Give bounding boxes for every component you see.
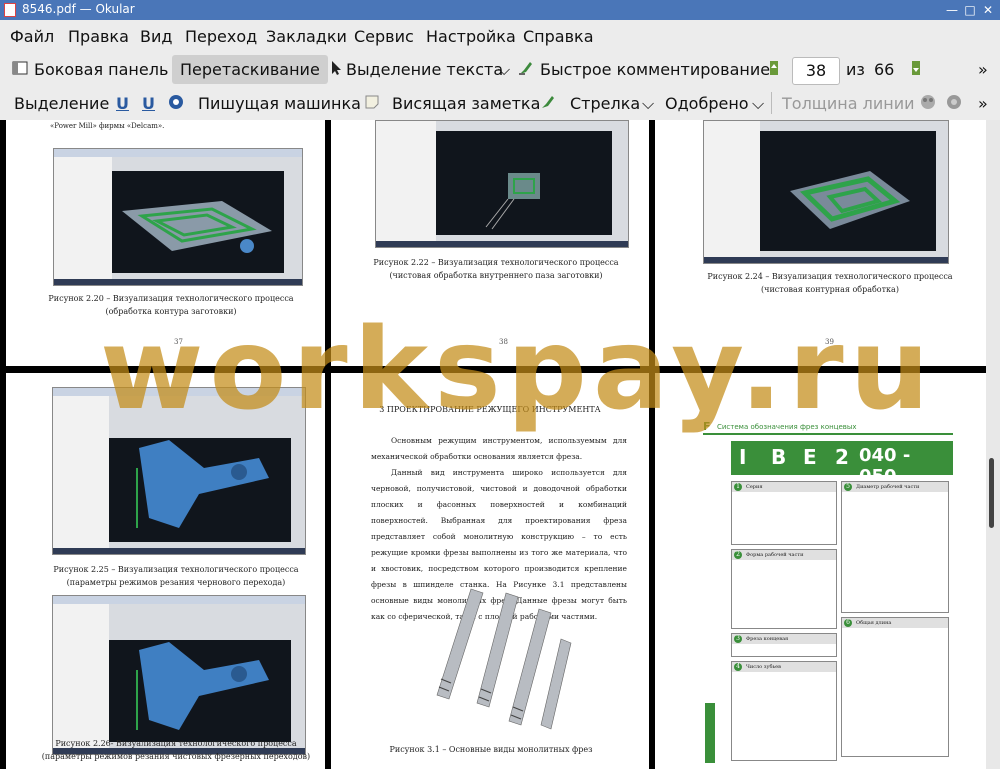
pdf-file-icon <box>4 3 16 17</box>
opacity-icon[interactable] <box>946 94 962 110</box>
toolbar2-overflow-icon[interactable]: » <box>978 94 988 113</box>
stamp-icon[interactable] <box>168 94 184 110</box>
maximize-icon[interactable]: □ <box>962 2 978 18</box>
card-diameter: Диаметр рабочей части 5 <box>841 481 949 613</box>
menu-edit[interactable]: Правка <box>68 27 129 46</box>
page-41: 3 ПРОЕКТИРОВАНИЕ РЕЖУЩЕГО ИНСТРУМЕНТА Ос… <box>331 373 649 769</box>
model-render <box>790 171 910 229</box>
minimize-icon[interactable]: — <box>944 2 960 18</box>
menu-view[interactable]: Вид <box>140 27 172 46</box>
cam-screenshot <box>703 120 949 264</box>
select-annotation-button[interactable]: Выделение <box>14 94 109 113</box>
underline-icon[interactable]: U <box>116 94 129 113</box>
page-38: Рисунок 2.22 – Визуализация технологичес… <box>331 120 649 366</box>
vertical-scrollbar[interactable] <box>986 120 1000 769</box>
scrollbar-thumb[interactable] <box>989 458 994 528</box>
page-number: 38 <box>499 338 508 346</box>
code-series: I <box>739 445 747 469</box>
catalog-letter: F <box>703 420 711 433</box>
previous-page-icon[interactable] <box>766 60 782 76</box>
arrow-dropdown-icon[interactable]: ⌵ <box>642 94 654 114</box>
code-teeth: 2 <box>835 445 849 469</box>
designation-code-bar: I B E 2 040 - 050 - <box>731 441 953 487</box>
card-shape: Форма рабочей части 2 <box>731 549 837 629</box>
model-render <box>136 440 269 528</box>
menu-help[interactable]: Справка <box>523 27 594 46</box>
main-toolbar: Боковая панель Перетаскивание Выделение … <box>0 52 1000 86</box>
inline-note-button[interactable]: Висящая заметка <box>392 94 540 113</box>
close-icon[interactable]: ✕ <box>980 2 996 18</box>
figure-caption: Рисунок 2.20 – Визуализация технологичес… <box>48 294 294 316</box>
menu-go[interactable]: Переход <box>185 27 257 46</box>
code-shape: B <box>771 445 787 469</box>
figure-caption: Рисунок 2.26- Визуализация технологическ… <box>41 739 311 761</box>
page-number: 39 <box>825 338 834 346</box>
document-view[interactable]: «Power Mill» фирмы «Delcam». Рисунок 2.2… <box>0 120 1000 769</box>
approved-dropdown-icon[interactable]: ⌵ <box>752 94 764 114</box>
figure-caption: Рисунок 2.22 – Визуализация технологичес… <box>373 258 619 280</box>
page-37: «Power Mill» фирмы «Delcam». Рисунок 2.2… <box>6 120 325 366</box>
model-render <box>136 642 269 730</box>
cam-screenshot <box>53 148 303 286</box>
text-select-button[interactable]: Выделение текста <box>346 60 503 79</box>
window-titlebar: 8546.pdf — Okular — □ ✕ <box>0 0 1000 20</box>
cam-screenshot <box>375 120 629 248</box>
window-title: 8546.pdf — Okular <box>22 2 135 16</box>
highlighter-icon <box>519 62 532 75</box>
figure-caption: Рисунок 2.24 – Визуализация технологичес… <box>707 272 953 294</box>
menu-file[interactable]: Файл <box>10 27 54 46</box>
paragraph-1: Основным режущим инструментом, используе… <box>371 436 627 461</box>
card-series: Серия 1 <box>731 481 837 545</box>
line-width-control[interactable]: Толщина линии <box>782 94 915 113</box>
quick-annotation-button[interactable]: Быстрое комментирование <box>540 60 770 79</box>
toolbar-overflow-icon[interactable]: » <box>978 60 988 79</box>
annotation-toolbar: Выделение U U Пишущая машинка Висящая за… <box>0 86 1000 120</box>
page-39: Рисунок 2.24 – Визуализация технологичес… <box>655 120 986 366</box>
page-top-text: «Power Mill» фирмы «Delcam». <box>50 122 165 130</box>
approved-stamp-button[interactable]: Одобрено <box>665 94 749 113</box>
color-icon[interactable] <box>920 94 936 110</box>
browse-tool-button[interactable]: Перетаскивание <box>172 55 328 84</box>
model-render <box>485 173 540 230</box>
catalog-side-tab <box>705 703 715 763</box>
text-select-dropdown-icon[interactable]: ⌵ <box>498 60 510 80</box>
next-page-icon[interactable] <box>908 60 924 76</box>
end-mills-illustration <box>436 588 572 730</box>
page-40: Рисунок 2.25 – Визуализация технологичес… <box>6 373 325 769</box>
sidebar-toggle-button[interactable]: Боковая панель <box>34 60 168 79</box>
section-heading: 3 ПРОЕКТИРОВАНИЕ РЕЖУЩЕГО ИНСТРУМЕНТА <box>379 405 601 414</box>
cam-screenshot <box>52 387 306 555</box>
note-icon <box>365 95 379 109</box>
page-of-label: из <box>846 60 865 79</box>
cam-screenshot <box>52 595 306 755</box>
figure-caption: Рисунок 3.1 – Основные виды монолитных ф… <box>389 745 593 754</box>
menu-tools[interactable]: Сервис <box>354 27 414 46</box>
card-type: Фреза концевая 3 <box>731 633 837 657</box>
code-type: E <box>803 445 817 469</box>
page-number-input[interactable]: 38 <box>792 57 840 85</box>
model-render <box>122 201 272 253</box>
page-42: F Система обозначения фрез концевых I B … <box>655 373 986 769</box>
arrow-tool-icon <box>542 96 554 108</box>
menu-settings[interactable]: Настройка <box>426 27 516 46</box>
menubar: Файл Правка Вид Переход Закладки Сервис … <box>0 20 1000 52</box>
card-teeth: Число зубьев 4 <box>731 661 837 761</box>
catalog-banner: F Система обозначения фрез концевых <box>703 420 953 435</box>
page-total-label: 66 <box>874 60 895 79</box>
figure-caption: Рисунок 2.25 – Визуализация технологичес… <box>53 565 299 587</box>
sidebar-icon <box>12 61 28 75</box>
catalog-title: Система обозначения фрез концевых <box>717 423 857 431</box>
squiggly-icon[interactable]: U <box>142 94 155 113</box>
cursor-icon <box>332 61 341 75</box>
page-number: 37 <box>174 338 183 346</box>
typewriter-button[interactable]: Пишущая машинка <box>198 94 361 113</box>
arrow-tool-button[interactable]: Стрелка <box>570 94 640 113</box>
menu-bookmarks[interactable]: Закладки <box>266 27 347 46</box>
toolbar-separator <box>771 92 772 114</box>
card-length: Общая длина 6 <box>841 617 949 757</box>
